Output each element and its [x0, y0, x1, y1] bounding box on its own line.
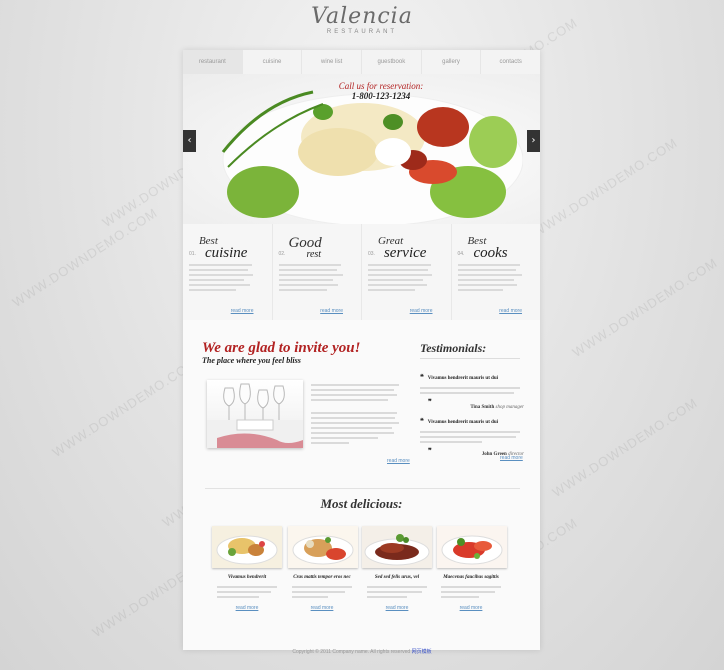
hero-slider: Call us for reservation: 1-800-123-1234 … [183, 74, 540, 224]
dish-text [441, 583, 501, 601]
dish-read-more-link[interactable]: read more [285, 605, 359, 611]
dish-text [292, 583, 352, 601]
main-nav: restaurant cuisine wine list guestbook g… [183, 50, 540, 75]
read-more-link[interactable]: read more [410, 308, 433, 314]
reservation-callout: Call us for reservation: 1-800-123-1234 [316, 81, 446, 101]
testimonial-2: ❝ Vivamus hendrerit mauris ut dui ❞ John… [420, 410, 524, 457]
dish-read-more-link[interactable]: read more [210, 605, 284, 611]
nav-item-contacts[interactable]: contacts [481, 50, 540, 74]
reservation-phone: 1-800-123-1234 [351, 91, 411, 101]
site-logo[interactable]: Valencia RESTAURANT [0, 4, 724, 36]
features-row: 01. Best cuisine read more 02. Good rest r… [183, 224, 540, 320]
invite-photo [207, 380, 303, 448]
feature-title-bottom: rest [306, 249, 322, 260]
feature-text [368, 264, 447, 291]
dish-text [367, 583, 427, 601]
feature-best-cooks: 04. Best cooks read more [452, 224, 541, 320]
watermark-text: WWW.DOWNDEMO.COM [529, 134, 681, 241]
feature-title: 02. Good rest [279, 230, 358, 260]
read-more-link[interactable]: read more [231, 308, 254, 314]
feature-number: 01. [189, 251, 196, 257]
dish-caption: Vivamus hendrerit [227, 575, 267, 580]
read-more-link[interactable]: read more [320, 308, 343, 314]
delicious-heading: Most delicious: [320, 496, 403, 511]
feature-title: 04. Best cooks [457, 230, 537, 261]
feature-great-service: 03. Great service read more [362, 224, 452, 320]
dish-caption: Sed sed felis urus, vel [374, 575, 420, 580]
feature-title: 01. Best cuisine [189, 230, 268, 261]
testimonials-read-more-link[interactable]: read more [500, 455, 706, 664]
feature-number: 03. [368, 251, 375, 257]
testimonials-heading: Testimonials: [420, 341, 487, 355]
invite-text [311, 381, 407, 447]
nav-item-guestbook[interactable]: guestbook [362, 50, 422, 74]
dish-thumb-1[interactable] [212, 526, 282, 568]
feature-title: 03. Great service [368, 230, 447, 261]
feature-title-bottom: cooks [473, 245, 508, 261]
watermark-text: WWW.DOWNDEMO.COM [569, 254, 721, 361]
divider [205, 488, 520, 489]
slider-prev-icon[interactable]: ‹ [183, 130, 196, 152]
dish-read-more-link[interactable]: read more [360, 605, 434, 611]
wine-glasses-image [207, 383, 303, 448]
nav-item-restaurant[interactable]: restaurant [183, 50, 243, 74]
feature-text [278, 264, 358, 291]
feature-best-cuisine: 01. Best cuisine read more [183, 224, 273, 320]
dish-caption: Maecenas faucibus sagittis [443, 575, 499, 580]
dish-text [217, 583, 277, 601]
invite-heading: We are glad to invite you! [202, 340, 361, 356]
dish-photo [221, 90, 523, 224]
watermark-text: WWW.DOWNDEMO.COM [9, 204, 161, 311]
footer-link[interactable]: 网页模板 [412, 649, 432, 655]
watermark-text: WWW.DOWNDEMO.COM [49, 354, 201, 461]
slider-next-icon[interactable]: › [527, 130, 540, 152]
quote-open-icon: ❝ [420, 372, 424, 381]
quote-close-icon: ❞ [428, 446, 432, 455]
invite-subheading: The place where you feel bliss [202, 356, 301, 365]
quote-open-icon: ❝ [420, 416, 424, 425]
testimonial-lead: Vivamus hendrerit mauris ut dui [427, 376, 499, 381]
read-more-link[interactable]: read more [499, 308, 522, 314]
nav-item-cuisine[interactable]: cuisine [243, 50, 303, 74]
logo-name: Valencia [311, 4, 413, 29]
divider [420, 358, 520, 359]
feature-number: 04. [457, 251, 465, 257]
testimonial-1: ❝ Vivamus hendrerit mauris ut dui ❞ Tina… [420, 366, 524, 410]
feature-text [189, 264, 268, 291]
quote-close-icon: ❞ [428, 397, 432, 406]
feature-title-bottom: cuisine [204, 245, 248, 261]
footer: Copyright © 2011 Company name. All right… [0, 648, 724, 655]
testimonial-lead: Vivamus hendrerit mauris ut dui [427, 420, 499, 425]
reservation-label: Call us for reservation: [338, 81, 424, 91]
feature-number: 02. [278, 251, 286, 257]
dish-thumb-3[interactable] [362, 526, 432, 568]
nav-item-wine-list[interactable]: wine list [302, 50, 363, 74]
dish-thumb-4[interactable] [437, 526, 507, 568]
feature-good-rest: 02. Good rest read more [273, 224, 362, 320]
feature-title-bottom: service [383, 245, 427, 261]
dish-read-more-link[interactable]: read more [434, 605, 508, 611]
nav-item-gallery[interactable]: gallery [422, 50, 482, 74]
dish-thumb-2[interactable] [288, 526, 358, 568]
footer-copyright: Copyright © 2011 Company name. All right… [292, 649, 411, 655]
feature-text [457, 264, 537, 291]
logo-subtitle: RESTAURANT [326, 29, 398, 35]
dish-caption: Cras mattis tempor eros nec [293, 575, 351, 580]
